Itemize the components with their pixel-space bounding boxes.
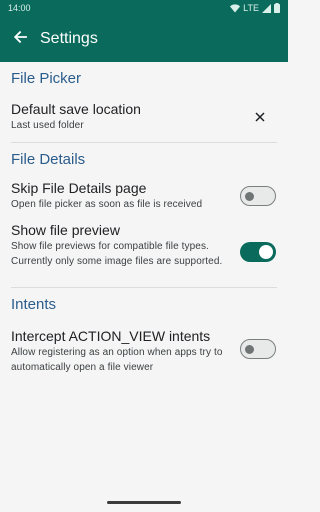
app-bar: Settings bbox=[0, 16, 288, 62]
back-button[interactable] bbox=[1, 16, 39, 62]
pref-title: Skip File Details page bbox=[11, 180, 147, 196]
pref-summary: Show file previews for compatible file t… bbox=[11, 241, 223, 267]
back-arrow-icon bbox=[13, 30, 27, 49]
pref-summary: Last used folder bbox=[11, 120, 84, 131]
intercept-intents-toggle[interactable] bbox=[240, 339, 276, 359]
pref-title: Default save location bbox=[11, 101, 141, 117]
switch-on bbox=[240, 242, 276, 262]
close-icon bbox=[255, 109, 265, 127]
pref-intercept-action-view[interactable]: Intercept ACTION_VIEW intents Allow regi… bbox=[0, 321, 288, 377]
pref-default-save-location[interactable]: Default save location Last used folder bbox=[0, 94, 288, 142]
show-file-preview-toggle[interactable] bbox=[240, 242, 276, 262]
wifi-icon bbox=[230, 3, 241, 13]
section-header-file-picker: File Picker bbox=[11, 69, 82, 87]
pref-skip-file-details[interactable]: Skip File Details page Open file picker … bbox=[0, 175, 288, 217]
pref-show-file-preview[interactable]: Show file preview Show file previews for… bbox=[0, 217, 288, 287]
signal-icon bbox=[262, 3, 271, 13]
status-time: 14:00 bbox=[8, 3, 31, 13]
battery-icon bbox=[274, 3, 280, 13]
pref-summary: Allow registering as an option when apps… bbox=[11, 347, 223, 373]
settings-list: File Picker Default save location Last u… bbox=[0, 62, 288, 377]
status-bar: 14:00 LTE bbox=[0, 0, 288, 16]
gesture-nav-handle[interactable] bbox=[107, 501, 181, 504]
skip-file-details-toggle[interactable] bbox=[240, 186, 276, 206]
network-label: LTE bbox=[243, 3, 259, 13]
clear-location-button[interactable] bbox=[248, 106, 272, 130]
section-header-file-details: File Details bbox=[11, 150, 86, 168]
switch-off bbox=[240, 339, 276, 359]
section-header-intents: Intents bbox=[11, 296, 57, 313]
pref-title: Show file preview bbox=[11, 222, 120, 238]
pref-title: Intercept ACTION_VIEW intents bbox=[11, 328, 211, 344]
page-title: Settings bbox=[40, 30, 98, 47]
pref-summary: Open file picker as soon as file is rece… bbox=[11, 199, 203, 210]
switch-off bbox=[240, 186, 276, 206]
status-icons: LTE bbox=[230, 3, 280, 13]
